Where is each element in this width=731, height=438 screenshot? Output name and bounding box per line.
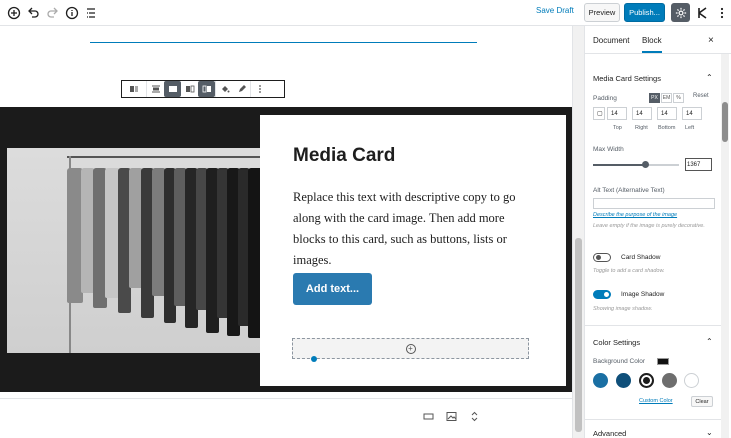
- image-shadow-toggle[interactable]: [593, 290, 611, 299]
- publish-button[interactable]: Publish...: [624, 3, 665, 22]
- block-toolbar: [121, 80, 285, 98]
- caption-left: Left: [685, 125, 695, 131]
- tab-block[interactable]: Block: [642, 36, 662, 53]
- add-text-button[interactable]: Add text...: [293, 273, 372, 305]
- move-up-down-icon[interactable]: [468, 410, 481, 423]
- padding-right-input[interactable]: 14: [632, 107, 652, 120]
- link-sides-icon[interactable]: ▢: [593, 107, 605, 120]
- card-image[interactable]: [7, 148, 263, 353]
- max-width-label: Max Width: [593, 146, 624, 153]
- redo-icon[interactable]: [44, 4, 62, 22]
- align-wide-icon[interactable]: [147, 81, 164, 97]
- color-swatch[interactable]: [662, 373, 677, 388]
- info-icon[interactable]: [63, 4, 81, 22]
- separator-line: [90, 42, 477, 43]
- padding-top-input[interactable]: 14: [607, 107, 627, 120]
- background-color-label: Background Color: [593, 358, 646, 365]
- current-color-indicator: [657, 358, 669, 365]
- top-toolbar: Save Draft Preview Publish...: [0, 0, 731, 26]
- sidebar-tabs: Document Block ×: [585, 26, 731, 54]
- plugin-k-icon[interactable]: [694, 4, 712, 22]
- color-swatch[interactable]: [616, 373, 631, 388]
- card-title[interactable]: Media Card: [293, 145, 395, 167]
- clothes-rack: [67, 156, 263, 158]
- alt-text-label: Alt Text (Alternative Text): [593, 187, 665, 194]
- color-swatch[interactable]: [593, 373, 608, 388]
- unit-em-button[interactable]: EM: [661, 93, 672, 103]
- color-swatch[interactable]: [684, 373, 699, 388]
- card-shadow-help: Toggle to add a card shadow.: [593, 268, 665, 274]
- outline-icon[interactable]: [82, 4, 100, 22]
- caption-right: Right: [635, 125, 648, 131]
- inserter-dot[interactable]: [311, 356, 317, 362]
- media-right-icon[interactable]: [198, 81, 215, 97]
- save-draft-link[interactable]: Save Draft: [536, 6, 574, 15]
- sidebar-scrollbar[interactable]: [721, 54, 729, 438]
- close-icon[interactable]: ×: [708, 35, 714, 46]
- block-appender[interactable]: +: [292, 338, 529, 359]
- toggle-knob: [604, 292, 609, 297]
- add-block-icon[interactable]: [5, 4, 23, 22]
- media-card-block[interactable]: Media Card Replace this text with descri…: [0, 107, 572, 392]
- max-width-input[interactable]: 1367: [685, 158, 712, 171]
- block-outline-icon[interactable]: [422, 410, 435, 423]
- caption-bottom: Bottom: [658, 125, 676, 131]
- edit-pencil-icon[interactable]: [233, 81, 250, 97]
- padding-bottom-input[interactable]: 14: [657, 107, 677, 120]
- padding-label: Padding: [593, 95, 617, 102]
- media-left-icon[interactable]: [181, 81, 198, 97]
- chevron-up-icon[interactable]: ⌃: [706, 73, 713, 82]
- alt-text-input[interactable]: [593, 198, 715, 209]
- fill-color-icon[interactable]: [216, 81, 233, 97]
- slider-thumb[interactable]: [641, 161, 649, 168]
- align-full-icon[interactable]: [164, 81, 181, 97]
- image-shadow-label: Image Shadow: [621, 291, 665, 298]
- alt-text-help: Leave empty if the image is purely decor…: [593, 223, 705, 229]
- more-options-icon[interactable]: [251, 81, 268, 97]
- card-body-text[interactable]: Replace this text with descriptive copy …: [293, 187, 539, 271]
- gear-icon[interactable]: [671, 3, 690, 22]
- slider-fill: [593, 164, 645, 166]
- toggle-knob: [596, 255, 601, 260]
- editor-window: Save Draft Preview Publish... Media Card…: [0, 0, 731, 438]
- block-type-switcher[interactable]: [122, 81, 146, 97]
- padding-left-input[interactable]: 14: [682, 107, 702, 120]
- chevron-up-icon[interactable]: ⌃: [706, 337, 713, 346]
- max-width-slider[interactable]: [593, 161, 679, 168]
- card-shadow-toggle[interactable]: [593, 253, 611, 262]
- unit-px-button[interactable]: PX: [649, 93, 660, 103]
- caption-top: Top: [613, 125, 622, 131]
- color-settings-title[interactable]: Color Settings: [593, 338, 640, 347]
- advanced-section-title[interactable]: Advanced: [593, 429, 626, 438]
- sidebar-scroll-thumb[interactable]: [722, 102, 728, 142]
- media-card-settings-title[interactable]: Media Card Settings: [593, 74, 661, 83]
- color-swatch-selected[interactable]: [639, 373, 654, 388]
- undo-icon[interactable]: [24, 4, 42, 22]
- reset-button[interactable]: Reset: [693, 93, 709, 99]
- editor-canvas: Media Card Replace this text with descri…: [0, 26, 584, 438]
- more-vertical-icon[interactable]: [713, 4, 731, 22]
- clear-button[interactable]: Clear: [691, 396, 713, 407]
- section-divider: [585, 325, 721, 326]
- tab-document[interactable]: Document: [593, 36, 629, 45]
- unit-percent-button[interactable]: %: [673, 93, 684, 103]
- image-shadow-help: Showing image shadow.: [593, 306, 653, 312]
- card-content-panel: Media Card Replace this text with descri…: [260, 115, 566, 386]
- custom-color-link[interactable]: Custom Color: [639, 398, 673, 404]
- chevron-down-icon[interactable]: ⌄: [706, 428, 713, 437]
- settings-sidebar: Document Block × Media Card Settings ⌃ P…: [584, 26, 731, 438]
- card-shadow-label: Card Shadow: [621, 254, 661, 261]
- image-icon[interactable]: [445, 410, 458, 423]
- editor-scrollbar[interactable]: [572, 26, 584, 438]
- editor-scroll-thumb[interactable]: [575, 238, 582, 432]
- separator-line: [0, 398, 572, 399]
- bottom-block-icons: [422, 410, 481, 423]
- add-block-icon[interactable]: +: [405, 343, 416, 354]
- describe-purpose-link[interactable]: Describe the purpose of the image: [593, 212, 677, 218]
- section-divider: [585, 419, 721, 420]
- preview-button[interactable]: Preview: [584, 3, 620, 22]
